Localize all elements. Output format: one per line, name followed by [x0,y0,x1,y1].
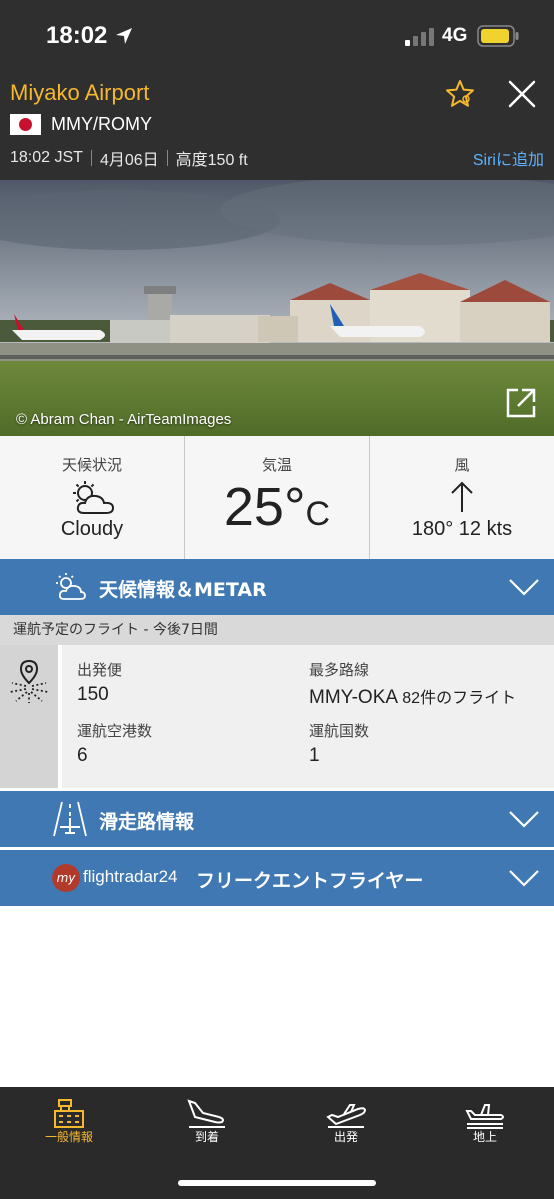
top-route-count: 82件のフライト [402,690,517,707]
network-type: 4G [442,25,468,46]
tab-arrivals[interactable]: 到着 [138,1087,276,1157]
wind-label: 風 [454,456,470,474]
plane-ground-icon [465,1104,504,1129]
countries-stat: 運航国数 1 [309,720,369,767]
add-to-siri-link[interactable]: Siriに追加 [473,146,544,170]
route-map-pin-icon [9,659,49,703]
close-icon[interactable] [506,78,538,110]
plane-landing-icon [187,1099,225,1128]
tab-label: 到着 [194,1130,219,1144]
japan-flag-icon [10,114,41,135]
weather-temperature: 気温 25°C [184,436,369,559]
weather-condition: 天候状況 Cloudy [0,436,184,559]
countries-label: 運航国数 [309,722,370,740]
location-arrow-icon [116,28,132,44]
chevron-down-icon [509,870,539,887]
local-time: 18:02 JST [10,149,83,166]
tab-general[interactable]: 一般情報 [0,1087,138,1157]
weather-summary: 天候状況 Cloudy 気温 25°C 風 180° 12 kts [0,436,554,559]
airport-photo[interactable]: © Abram Chan - AirTeamImages [0,180,554,436]
plane-takeoff-icon [326,1104,367,1128]
bookmark-star-icon[interactable] [444,78,476,110]
meta-divider [90,150,92,166]
departures-stat: 出発便 150 [77,659,122,706]
tab-label: 出発 [333,1130,358,1144]
tab-label: 地上 [472,1130,497,1144]
upcoming-flights-stats: 出発便 150 最多路線 MMY-OKA 82件のフライト 運航空港数 6 運航… [0,645,554,788]
weather-wind: 風 180° 12 kts [369,436,554,559]
stats-icon-column [0,645,58,788]
meta-divider [166,150,168,166]
open-external-icon[interactable] [504,386,538,420]
airports-stat: 運航空港数 6 [77,720,152,767]
weather-sun-cloud-icon [56,573,86,600]
home-indicator[interactable] [178,1180,376,1186]
weather-metar-section[interactable]: 天候情報＆METAR [0,559,554,615]
countries-value: 1 [309,745,320,766]
myflightradar24-logo: my flightradar24 [52,864,182,894]
temperature-label: 気温 [261,456,292,474]
temperature-number: 25° [223,477,306,537]
top-route-value-wrap: MMY-OKA 82件のフライト [309,684,516,709]
weather-condition-value: Cloudy [60,518,124,540]
fr24-logo-my: my [52,864,80,892]
airport-name: Miyako Airport [10,80,150,105]
frequent-flyer-section[interactable]: my flightradar24 フリークエントフライヤー [0,850,554,906]
temperature-value: 25°C [185,476,369,538]
departures-value: 150 [77,684,109,705]
top-route-label: 最多路線 [309,661,370,679]
condition-label: 天候状況 [61,456,122,474]
wind-direction-arrow-icon [451,481,473,512]
runway-section[interactable]: 滑走路情報 [0,791,554,847]
status-bar: 18:02 4G [0,0,554,78]
airport-elevation: 高度150 ft [175,152,248,169]
runway-icon [53,801,87,837]
weather-metar-title: 天候情報＆METAR [99,579,267,601]
frequent-flyer-title: フリークエントフライヤー [196,870,424,892]
local-date: 4月06日 [99,152,159,169]
tab-label: 一般情報 [44,1130,93,1144]
airports-label: 運航空港数 [77,722,153,740]
top-route-stat: 最多路線 MMY-OKA 82件のフライト [309,659,516,709]
stats-divider [58,645,62,788]
sun-cloud-icon [73,481,115,514]
tab-departures[interactable]: 出発 [277,1087,415,1157]
departures-label: 出発便 [77,661,123,679]
fr24-logo-text: flightradar24 [83,867,178,886]
airport-header: Miyako Airport MMY/ROMY 18:02 JST 4月06日 … [0,78,554,180]
runway-title: 滑走路情報 [99,811,195,833]
temperature-unit: C [305,495,331,533]
wind-value: 180° 12 kts [411,518,513,540]
photo-credit: © Abram Chan - AirTeamImages [16,411,232,428]
chevron-down-icon [509,811,539,828]
upcoming-flights-header: 運航予定のフライト - 今後7日間 [0,615,554,645]
airports-value: 6 [77,745,88,766]
chevron-down-icon [509,579,539,596]
status-time: 18:02 [46,22,108,49]
tab-ground[interactable]: 地上 [416,1087,554,1157]
airport-codes: MMY/ROMY [51,114,152,134]
top-route-value: MMY-OKA [309,687,397,708]
signal-strength-icon [405,28,434,46]
battery-icon [477,25,519,47]
airport-photo-image [0,180,554,436]
airport-terminal-icon [54,1099,84,1128]
airport-meta: 18:02 JST 4月06日 高度150 ft [10,146,248,170]
